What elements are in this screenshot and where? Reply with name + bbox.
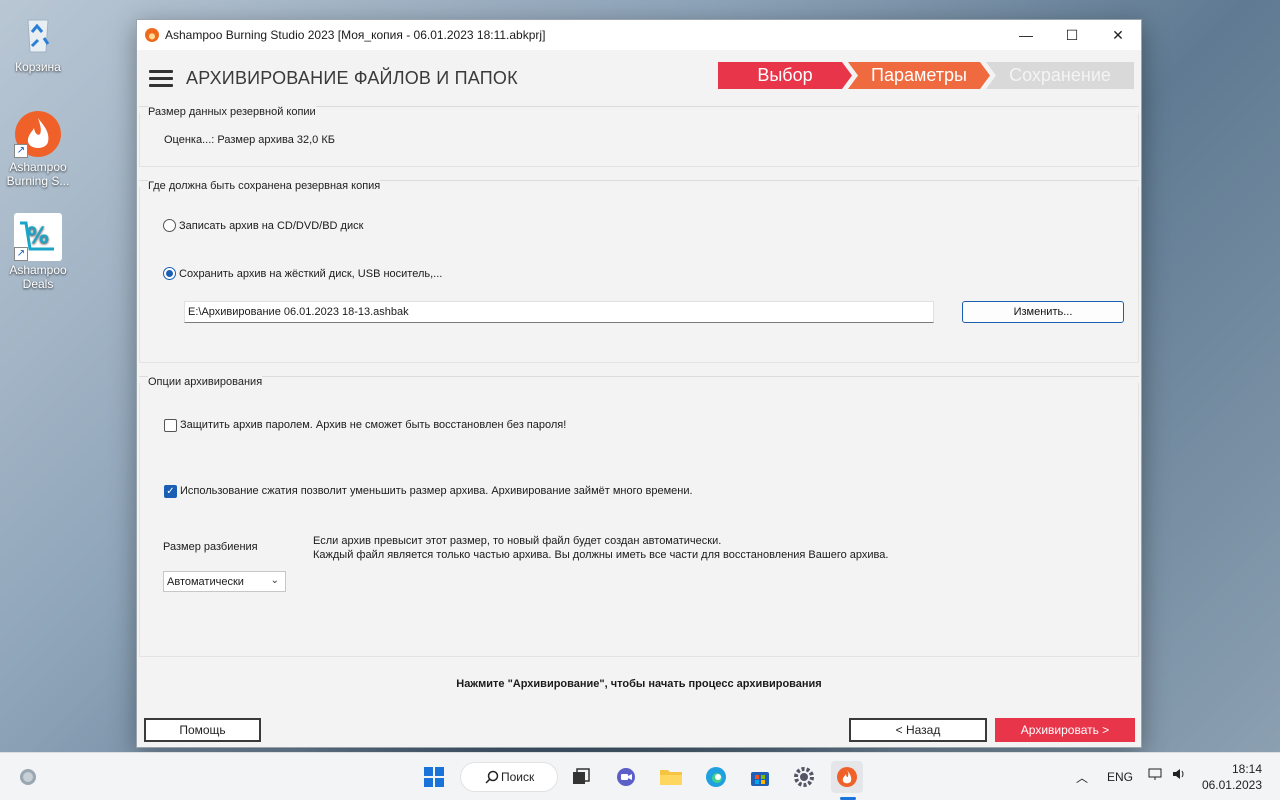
size-section: Размер данных резервной копии Оценка...:… (139, 106, 1139, 167)
step-save: Сохранение (986, 62, 1134, 89)
desktop-icon-deals[interactable]: % ↗ Ashampoo Deals (0, 213, 76, 291)
split-hint-line-2: Каждый файл является только частью архив… (313, 549, 889, 561)
desktop-icon-burning-studio[interactable]: ↗ Ashampoo Burning S... (0, 110, 76, 188)
page-header: АРХИВИРОВАНИЕ ФАЙЛОВ И ПАПОК Выбор Парам… (137, 50, 1141, 106)
app-flame-icon (145, 28, 159, 42)
radio-save-disk-label[interactable]: Сохранить архив на жёсткий диск, USB нос… (179, 268, 442, 280)
tray-overflow-chevron-icon[interactable]: ︿ (1076, 769, 1088, 786)
taskbar-search[interactable]: Поиск (460, 762, 558, 792)
desktop-icon-recycle-bin[interactable]: Корзина (0, 10, 76, 74)
wizard-steps: Выбор Параметры Сохранение (718, 62, 1134, 89)
radio-burn-disc-label[interactable]: Записать архив на CD/DVD/BD диск (179, 220, 363, 232)
task-view-icon[interactable] (565, 761, 597, 793)
burning-studio-taskbar-icon[interactable] (831, 761, 863, 793)
clock-date[interactable]: 06.01.2023 (1200, 778, 1262, 792)
location-section: Где должна быть сохранена резервная копи… (139, 180, 1139, 363)
edge-browser-icon[interactable] (700, 761, 732, 793)
taskbar: Поиск ︿ ENG 18:14 06.01.2023 (0, 752, 1280, 800)
split-hint-line-1: Если архив превысит этот размер, то новы… (313, 535, 722, 547)
recycle-bin-icon (14, 10, 62, 58)
maximize-button[interactable]: ☐ (1049, 20, 1095, 50)
flame-icon: ↗ (14, 110, 62, 158)
change-path-button[interactable]: Изменить... (962, 301, 1124, 323)
shortcut-arrow-icon: ↗ (14, 247, 28, 261)
window-title: Ashampoo Burning Studio 2023 [Моя_копия … (165, 28, 546, 42)
wizard-content: Размер данных резервной копии Оценка...:… (139, 106, 1139, 658)
split-size-value: Автоматически (167, 576, 244, 588)
archive-button[interactable]: Архивировать > (995, 718, 1135, 742)
options-section: Опции архивирования Защитить архив парол… (139, 376, 1139, 657)
file-explorer-icon[interactable] (655, 761, 687, 793)
step-select: Выбор (718, 62, 852, 89)
radio-save-disk[interactable] (163, 267, 176, 280)
shortcut-arrow-icon: ↗ (14, 144, 28, 158)
split-size-select[interactable]: Автоматически ⌄ (163, 571, 286, 592)
hamburger-menu-icon[interactable] (149, 66, 173, 91)
settings-gear-icon[interactable] (788, 761, 820, 793)
desktop-icon-label: Ashampoo Deals (9, 263, 67, 291)
desktop-icon-label: Ashampoo Burning S... (6, 160, 70, 188)
title-bar[interactable]: Ashampoo Burning Studio 2023 [Моя_копия … (137, 20, 1141, 50)
search-icon (485, 770, 499, 787)
compression-checkbox[interactable]: ✓ (164, 485, 177, 498)
app-window: Ashampoo Burning Studio 2023 [Моя_копия … (136, 19, 1142, 748)
desktop-icon-label: Корзина (15, 60, 61, 74)
radio-burn-disc[interactable] (163, 219, 176, 232)
size-estimate: Оценка...: Размер архива 32,0 КБ (164, 134, 335, 146)
volume-icon[interactable] (1171, 766, 1187, 785)
archive-path-field[interactable]: E:\Архивирование 06.01.2023 18-13.ashbak (184, 301, 934, 323)
search-label: Поиск (501, 770, 535, 784)
help-button[interactable]: Помощь (144, 718, 261, 742)
start-windows-icon[interactable] (418, 761, 450, 793)
password-checkbox[interactable] (164, 419, 177, 432)
percent-cart-icon: % ↗ (14, 213, 62, 261)
close-button[interactable]: ✕ (1095, 20, 1141, 50)
store-icon[interactable] (744, 761, 776, 793)
weather-icon[interactable] (12, 761, 44, 793)
back-button[interactable]: < Назад (849, 718, 987, 742)
footer-hint: Нажмите "Архивирование", чтобы начать пр… (456, 678, 822, 690)
split-size-label: Размер разбиения (163, 541, 258, 553)
minimize-button[interactable]: — (1003, 20, 1049, 50)
teams-chat-icon[interactable] (610, 761, 642, 793)
chevron-down-icon: ⌄ (270, 575, 279, 586)
page-title: АРХИВИРОВАНИЕ ФАЙЛОВ И ПАПОК (186, 67, 518, 88)
compression-checkbox-label[interactable]: Использование сжатия позволит уменьшить … (180, 485, 693, 497)
step-parameters: Параметры (848, 62, 990, 89)
language-indicator[interactable]: ENG (1107, 770, 1133, 784)
password-checkbox-label[interactable]: Защитить архив паролем. Архив не сможет … (180, 419, 566, 431)
clock-time[interactable]: 18:14 (1207, 762, 1262, 776)
network-icon[interactable] (1147, 766, 1163, 785)
